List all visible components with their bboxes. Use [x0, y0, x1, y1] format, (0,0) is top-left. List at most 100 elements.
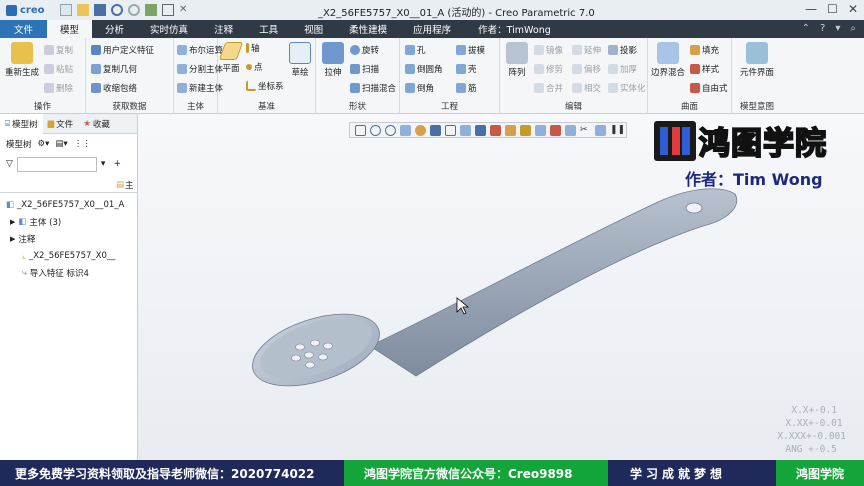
datum-display-icon[interactable] — [505, 124, 516, 136]
tab-file[interactable]: 文件 — [0, 20, 48, 38]
extend-button[interactable]: 延伸 — [572, 44, 601, 56]
sketch-button[interactable]: 草绘 — [286, 42, 314, 78]
add-column-icon[interactable]: + — [113, 159, 121, 169]
project-button[interactable]: 投影 — [608, 44, 637, 56]
scissors-icon[interactable]: ✂ — [580, 125, 591, 136]
tab-view[interactable]: 视图 — [291, 20, 336, 38]
style-button[interactable]: 样式 — [690, 63, 719, 75]
spin-center-icon[interactable] — [415, 124, 426, 136]
close-window-icon[interactable]: ✕ — [179, 4, 191, 16]
rib-button[interactable]: 筋 — [456, 82, 477, 94]
freestyle-button[interactable]: 自由式 — [690, 82, 728, 94]
collapse-ribbon-icon[interactable]: ⌃ — [802, 23, 810, 34]
split-body-button[interactable]: 分割主体 — [177, 63, 223, 75]
new-body-button[interactable]: 新建主体 — [177, 82, 223, 94]
zoom-in-icon[interactable] — [370, 124, 381, 136]
paste-button[interactable]: 粘贴 — [44, 63, 73, 75]
point-display-icon[interactable] — [535, 124, 546, 136]
group-label-datum[interactable]: 基准 — [218, 100, 315, 112]
fill-button[interactable]: 填充 — [690, 44, 719, 56]
tab-analysis[interactable]: 分析 — [92, 20, 137, 38]
copy-geometry-button[interactable]: 复制几何 — [91, 63, 137, 75]
tree-item-bodies[interactable]: ▶ ◧ 主体 (3) — [0, 213, 138, 230]
pause-icon[interactable]: ❚❚ — [610, 125, 625, 136]
swept-blend-button[interactable]: 扫描混合 — [350, 82, 396, 94]
tab-model[interactable]: 模型 — [47, 20, 93, 38]
trim-button[interactable]: 修剪 — [534, 63, 563, 75]
filter-dropdown-icon[interactable]: ▾ — [101, 159, 106, 169]
regenerate-button[interactable]: 重新生成 — [2, 42, 42, 78]
boolean-button[interactable]: 布尔运算 — [177, 44, 223, 56]
group-label-operations[interactable]: 操作 — [0, 100, 85, 112]
offset-button[interactable]: 偏移 — [572, 63, 601, 75]
view-manager-icon[interactable] — [460, 124, 471, 136]
csys-display-icon[interactable] — [550, 124, 561, 136]
plane-button[interactable]: 平面 — [218, 42, 244, 74]
section-icon[interactable] — [490, 124, 501, 136]
tab-folder[interactable]: ▆ 文件 — [43, 114, 79, 134]
expand-icon[interactable]: ▶ — [10, 218, 15, 226]
copy-button[interactable]: 复制 — [44, 44, 73, 56]
group-label-get-data[interactable]: 获取数据 — [86, 100, 173, 112]
perspective-icon[interactable] — [475, 124, 486, 136]
tab-favorites[interactable]: ★ 收藏 — [78, 114, 115, 134]
open-folder-icon[interactable] — [77, 4, 89, 16]
pattern-button[interactable]: 阵列 — [502, 42, 532, 78]
new-file-icon[interactable] — [60, 4, 72, 16]
tab-flexible-modeling[interactable]: 柔性建模 — [336, 20, 400, 38]
saved-orientations-icon[interactable] — [445, 124, 456, 136]
sweep-button[interactable]: 扫描 — [350, 63, 379, 75]
tree-item-root[interactable]: ◧ _X2_56FE5757_X0__01_A — [0, 196, 138, 213]
model-tree-menu[interactable]: 模型树 — [6, 138, 32, 150]
chamfer-button[interactable]: 倒角 — [405, 82, 434, 94]
intersect-button[interactable]: 相交 — [572, 82, 601, 94]
component-interface-button[interactable]: 元件界面 — [734, 42, 780, 78]
search-input[interactable] — [16, 156, 97, 172]
axis-display-icon[interactable] — [520, 124, 531, 136]
shell-button[interactable]: 壳 — [456, 63, 477, 75]
solidify-button[interactable]: 实体化 — [608, 82, 646, 94]
round-button[interactable]: 倒圆角 — [405, 63, 443, 75]
hole-button[interactable]: 孔 — [405, 44, 426, 56]
group-label-engineering[interactable]: 工程 — [400, 100, 499, 112]
tab-tools[interactable]: 工具 — [246, 20, 291, 38]
boundary-blend-button[interactable]: 边界混合 — [648, 42, 688, 78]
filter-icon[interactable]: ▽ — [6, 159, 13, 169]
group-label-editing[interactable]: 编辑 — [500, 100, 647, 112]
annotation-display-icon[interactable] — [565, 124, 576, 136]
delete-button[interactable]: 删除 — [44, 82, 73, 94]
axis-button[interactable]: 轴 — [246, 42, 260, 54]
tab-applications[interactable]: 应用程序 — [400, 20, 464, 38]
minimize-icon[interactable]: — — [805, 2, 817, 16]
group-label-model-intent[interactable]: 模型意图 — [732, 100, 782, 112]
tree-item-annotations[interactable]: ▶ 注释 — [0, 230, 138, 247]
tree-item-csys[interactable]: ⌞ _X2_56FE5757_X0__ — [0, 247, 138, 264]
extrude-button[interactable]: 拉伸 — [318, 42, 348, 78]
spin-icon[interactable] — [595, 124, 606, 136]
dropdown-icon[interactable]: ▾ — [835, 23, 840, 34]
display-style-icon[interactable] — [430, 124, 441, 136]
revolve-button[interactable]: 旋转 — [350, 44, 379, 56]
search-icon[interactable]: ⌕ — [850, 23, 856, 34]
close-icon[interactable]: ✕ — [848, 2, 858, 16]
redo-icon[interactable] — [128, 4, 140, 16]
settings-icon[interactable]: ⚙▾ — [38, 139, 50, 149]
tree-item-import-feature[interactable]: ⤷ 导入特征 标识4 — [0, 264, 138, 281]
mirror-button[interactable]: 镜像 — [534, 44, 563, 56]
thicken-button[interactable]: 加厚 — [608, 63, 637, 75]
merge-button[interactable]: 合并 — [534, 82, 563, 94]
tab-live-simulation[interactable]: 实时仿真 — [137, 20, 201, 38]
help-icon[interactable]: ? — [820, 23, 825, 34]
regenerate-icon[interactable] — [145, 4, 157, 16]
show-icon[interactable]: ▤▾ — [55, 139, 67, 149]
udf-button[interactable]: 用户定义特征 — [91, 44, 154, 56]
group-label-shapes[interactable]: 形状 — [316, 100, 399, 112]
shrinkwrap-button[interactable]: 收缩包络 — [91, 82, 137, 94]
tab-model-tree[interactable]: ⌸ 模型树 — [0, 113, 43, 134]
tree-filter-icon[interactable]: ⋮⋮ — [74, 139, 91, 149]
maximize-icon[interactable]: ☐ — [827, 2, 838, 16]
tab-annotate[interactable]: 注释 — [201, 20, 246, 38]
save-icon[interactable] — [94, 4, 106, 16]
group-label-body[interactable]: 主体 — [174, 100, 217, 112]
zoom-out-icon[interactable] — [385, 124, 396, 136]
